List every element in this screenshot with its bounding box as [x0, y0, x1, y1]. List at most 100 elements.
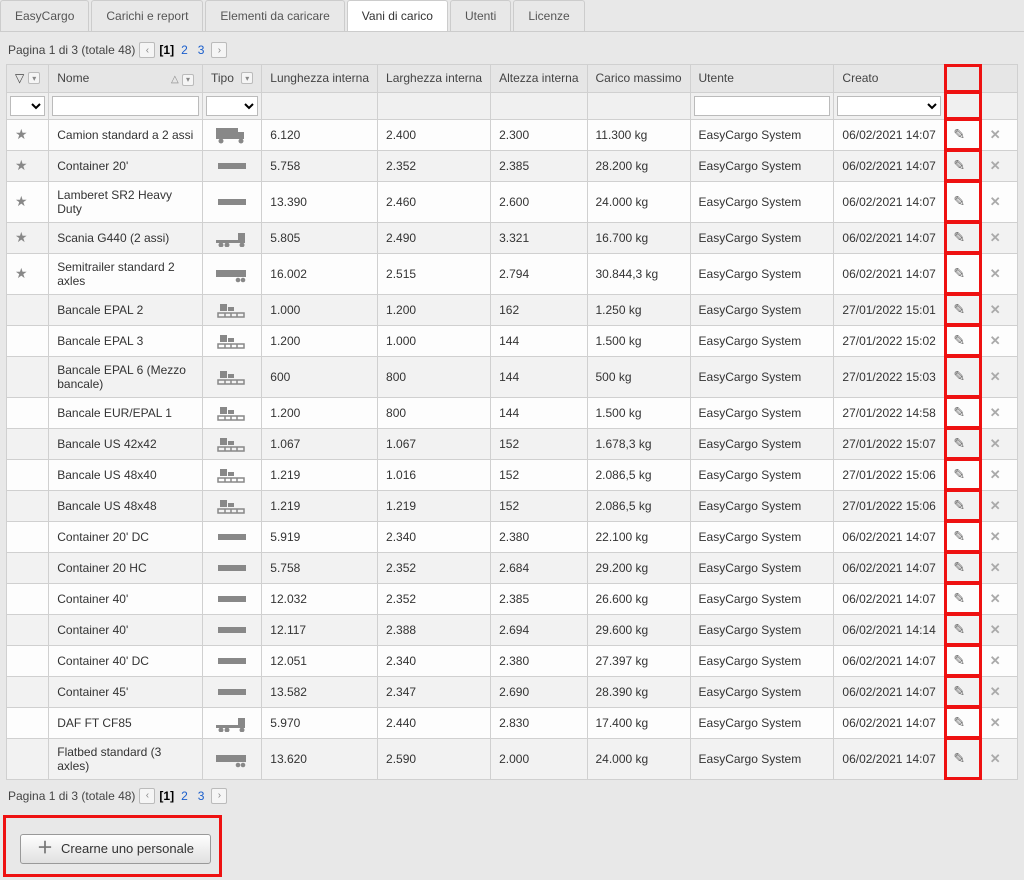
star-cell[interactable]	[7, 428, 49, 459]
tab-vani-di-carico[interactable]: Vani di carico	[347, 0, 448, 31]
edit-icon[interactable]: ✎	[953, 466, 965, 482]
col-type-menu[interactable]: ▾	[241, 72, 253, 84]
delete-icon[interactable]: ✕	[990, 715, 1001, 730]
star-cell[interactable]	[7, 707, 49, 738]
pager-prev[interactable]: ‹	[139, 788, 155, 804]
length-cell: 5.758	[262, 150, 378, 181]
created-cell: 06/02/2021 14:07	[834, 676, 945, 707]
pager-prev[interactable]: ‹	[139, 42, 155, 58]
delete-icon[interactable]: ✕	[990, 684, 1001, 699]
length-cell: 13.582	[262, 676, 378, 707]
edit-icon[interactable]: ✎	[953, 193, 965, 209]
user-cell: EasyCargo System	[690, 253, 834, 294]
delete-icon[interactable]: ✕	[990, 560, 1001, 575]
delete-icon[interactable]: ✕	[990, 230, 1001, 245]
col-created[interactable]: Creato	[842, 71, 878, 85]
delete-icon[interactable]: ✕	[990, 653, 1001, 668]
pager-next[interactable]: ›	[211, 42, 227, 58]
star-cell[interactable]	[7, 738, 49, 779]
edit-icon[interactable]: ✎	[953, 157, 965, 173]
star-cell[interactable]	[7, 294, 49, 325]
star-cell[interactable]: ★	[7, 119, 49, 150]
delete-icon[interactable]: ✕	[990, 194, 1001, 209]
edit-icon[interactable]: ✎	[953, 368, 965, 384]
edit-icon[interactable]: ✎	[953, 301, 965, 317]
col-maxload[interactable]: Carico massimo	[596, 71, 682, 85]
length-cell: 1.200	[262, 397, 378, 428]
delete-icon[interactable]: ✕	[990, 405, 1001, 420]
col-type[interactable]: Tipo	[211, 71, 234, 85]
star-cell[interactable]	[7, 552, 49, 583]
edit-icon[interactable]: ✎	[953, 265, 965, 281]
star-cell[interactable]: ★	[7, 181, 49, 222]
delete-icon[interactable]: ✕	[990, 266, 1001, 281]
star-cell[interactable]	[7, 397, 49, 428]
star-cell[interactable]	[7, 645, 49, 676]
pager-page-2[interactable]: 2	[178, 789, 191, 803]
pager-page-3[interactable]: 3	[195, 43, 208, 57]
filter-user[interactable]	[694, 96, 831, 116]
width-cell: 2.515	[378, 253, 491, 294]
name-cell: Bancale EUR/EPAL 1	[49, 397, 203, 428]
star-cell[interactable]	[7, 583, 49, 614]
filter-name[interactable]	[52, 96, 199, 116]
filter-star[interactable]	[10, 96, 45, 116]
col-height[interactable]: Altezza interna	[499, 71, 578, 85]
edit-icon[interactable]: ✎	[953, 435, 965, 451]
edit-icon[interactable]: ✎	[953, 714, 965, 730]
edit-icon[interactable]: ✎	[953, 229, 965, 245]
star-cell[interactable]	[7, 459, 49, 490]
delete-icon[interactable]: ✕	[990, 302, 1001, 317]
col-width[interactable]: Larghezza interna	[386, 71, 482, 85]
star-cell[interactable]	[7, 490, 49, 521]
delete-icon[interactable]: ✕	[990, 467, 1001, 482]
col-name-menu[interactable]: ▾	[182, 74, 194, 86]
col-user[interactable]: Utente	[699, 71, 734, 85]
star-cell[interactable]	[7, 521, 49, 552]
star-cell[interactable]	[7, 356, 49, 397]
delete-icon[interactable]: ✕	[990, 369, 1001, 384]
star-cell[interactable]: ★	[7, 150, 49, 181]
delete-icon[interactable]: ✕	[990, 751, 1001, 766]
delete-icon[interactable]: ✕	[990, 333, 1001, 348]
edit-icon[interactable]: ✎	[953, 404, 965, 420]
delete-icon[interactable]: ✕	[990, 591, 1001, 606]
edit-icon[interactable]: ✎	[953, 652, 965, 668]
delete-icon[interactable]: ✕	[990, 436, 1001, 451]
star-cell[interactable]	[7, 676, 49, 707]
filter-created[interactable]	[837, 96, 941, 116]
edit-icon[interactable]: ✎	[953, 559, 965, 575]
star-cell[interactable]: ★	[7, 253, 49, 294]
edit-icon[interactable]: ✎	[953, 497, 965, 513]
edit-icon[interactable]: ✎	[953, 750, 965, 766]
pager-page-2[interactable]: 2	[178, 43, 191, 57]
star-cell[interactable]	[7, 325, 49, 356]
tab-carichi-e-report[interactable]: Carichi e report	[91, 0, 203, 31]
pager-next[interactable]: ›	[211, 788, 227, 804]
filter-type[interactable]	[206, 96, 258, 116]
tab-utenti[interactable]: Utenti	[450, 0, 511, 31]
edit-icon[interactable]: ✎	[953, 126, 965, 142]
edit-icon[interactable]: ✎	[953, 332, 965, 348]
edit-icon[interactable]: ✎	[953, 590, 965, 606]
tab-licenze[interactable]: Licenze	[513, 0, 584, 31]
edit-icon[interactable]: ✎	[953, 683, 965, 699]
star-cell[interactable]: ★	[7, 222, 49, 253]
star-cell[interactable]	[7, 614, 49, 645]
delete-icon[interactable]: ✕	[990, 529, 1001, 544]
delete-icon[interactable]: ✕	[990, 127, 1001, 142]
col-length[interactable]: Lunghezza interna	[270, 71, 369, 85]
edit-icon[interactable]: ✎	[953, 528, 965, 544]
col-star-menu[interactable]: ▾	[28, 72, 40, 84]
user-cell: EasyCargo System	[690, 738, 834, 779]
tab-easycargo[interactable]: EasyCargo	[0, 0, 89, 31]
tab-elementi-da-caricare[interactable]: Elementi da caricare	[205, 0, 344, 31]
height-cell: 2.385	[491, 583, 587, 614]
edit-icon[interactable]: ✎	[953, 621, 965, 637]
pager-page-3[interactable]: 3	[195, 789, 208, 803]
delete-icon[interactable]: ✕	[990, 498, 1001, 513]
delete-icon[interactable]: ✕	[990, 622, 1001, 637]
col-name[interactable]: Nome	[57, 71, 89, 85]
create-personal-button[interactable]: ＋ Crearne uno personale	[20, 834, 211, 864]
delete-icon[interactable]: ✕	[990, 158, 1001, 173]
